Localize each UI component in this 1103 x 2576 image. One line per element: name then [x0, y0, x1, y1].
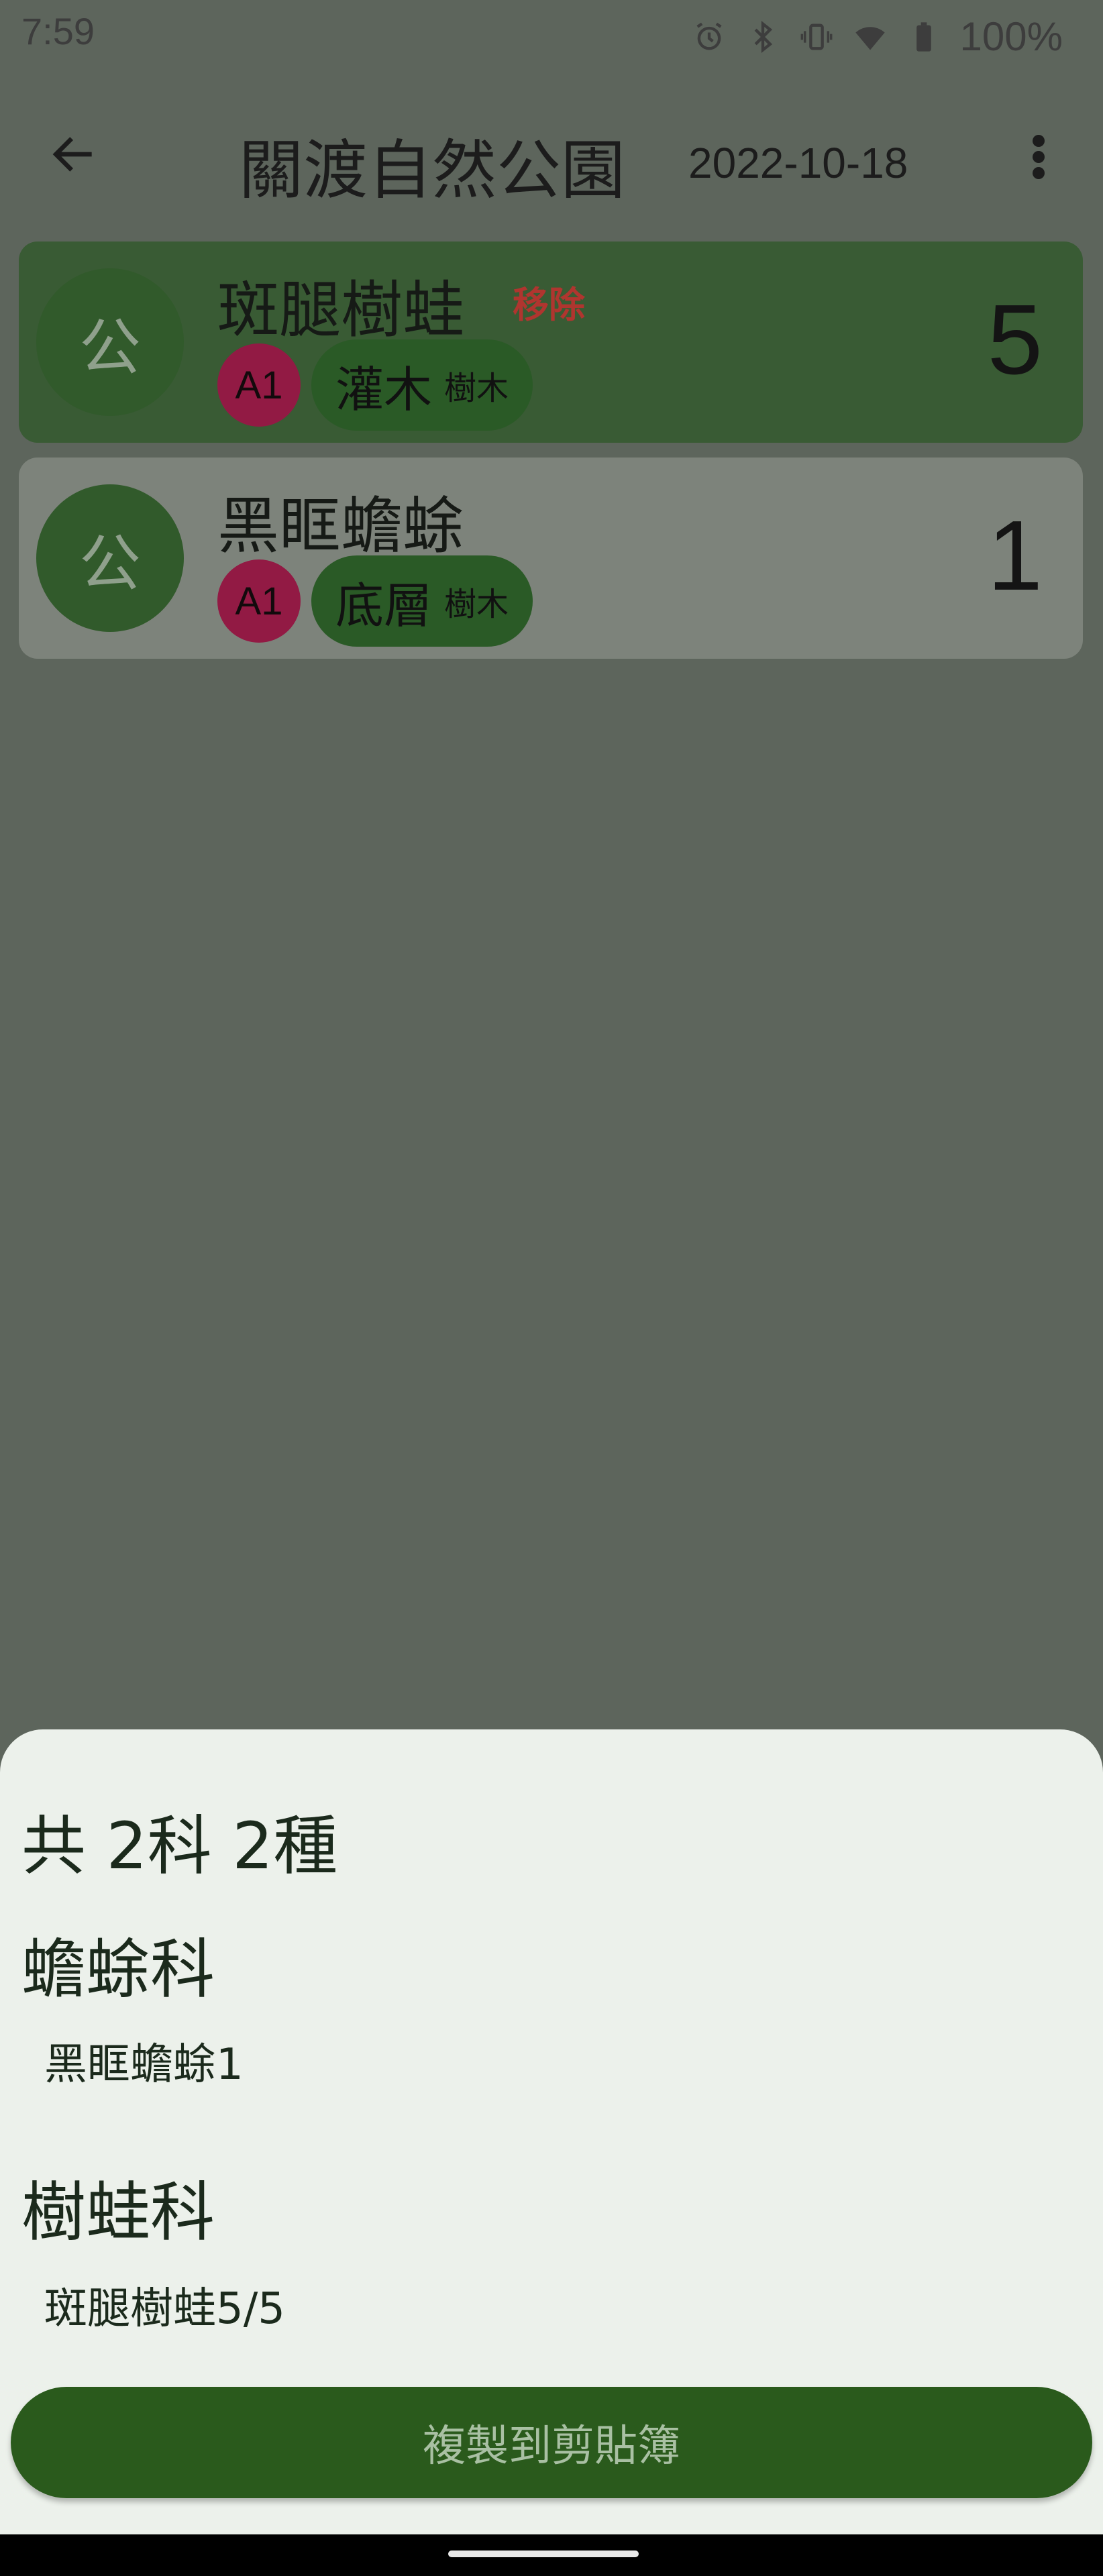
individual-count: 1 — [987, 500, 1043, 611]
record-card[interactable]: 公 斑腿樹蛙 移除 A1 灌木 樹木 5 — [19, 241, 1083, 443]
avatar: 公 — [36, 484, 184, 632]
species-name: 斑腿樹蛙 — [217, 274, 465, 346]
alarm-icon — [696, 22, 722, 50]
more-vertical-icon — [1033, 135, 1045, 179]
family-title: 樹蛙科 — [21, 2175, 215, 2250]
layer-label: 底層 — [335, 577, 433, 634]
summary-total: 共 2科 2種 — [21, 1809, 338, 1884]
copy-to-clipboard-button[interactable]: 複製到剪貼簿 — [11, 2387, 1092, 2498]
layer-label: 灌木 — [335, 361, 433, 418]
page-title: 關渡自然公園 — [239, 133, 625, 208]
layer-chip: 灌木 樹木 — [311, 339, 533, 431]
zone-badge: A1 — [217, 559, 301, 643]
bluetooth-icon — [754, 20, 772, 53]
avatar: 公 — [36, 268, 184, 416]
vibrate-icon — [800, 23, 832, 50]
wifi-icon — [855, 26, 885, 50]
zone-badge: A1 — [217, 343, 301, 427]
gesture-handle[interactable] — [448, 2551, 639, 2557]
habitat-label: 樹木 — [444, 586, 509, 623]
more-options-button[interactable] — [1020, 125, 1057, 189]
layer-chip: 底層 樹木 — [311, 555, 533, 647]
status-bar: 7:59 100% — [0, 0, 1103, 74]
status-icons: 100% — [692, 13, 1063, 60]
navigation-bar — [0, 2534, 1103, 2576]
family-species-item: 斑腿樹蛙5/5 — [44, 2284, 285, 2334]
app-bar: 關渡自然公園 2022-10-18 — [0, 74, 1103, 227]
record-card[interactable]: 公 黑眶蟾蜍 A1 底層 樹木 1 — [19, 458, 1083, 659]
back-button[interactable] — [42, 122, 106, 186]
arrow-left-icon — [52, 137, 92, 172]
species-name: 黑眶蟾蜍 — [217, 490, 465, 562]
individual-count: 5 — [987, 284, 1043, 395]
status-time: 7:59 — [21, 10, 95, 52]
battery-percentage: 100% — [959, 14, 1063, 59]
battery-icon — [916, 21, 931, 52]
family-species-item: 黑眶蟾蜍1 — [44, 2040, 244, 2090]
remove-button[interactable]: 移除 — [513, 275, 585, 328]
survey-date[interactable]: 2022-10-18 — [688, 138, 908, 188]
summary-bottom-sheet: 共 2科 2種 蟾蜍科 黑眶蟾蜍1 樹蛙科 斑腿樹蛙5/5 複製到剪貼簿 — [0, 1729, 1103, 2534]
habitat-label: 樹木 — [444, 370, 509, 407]
family-title: 蟾蜍科 — [21, 1932, 215, 2007]
